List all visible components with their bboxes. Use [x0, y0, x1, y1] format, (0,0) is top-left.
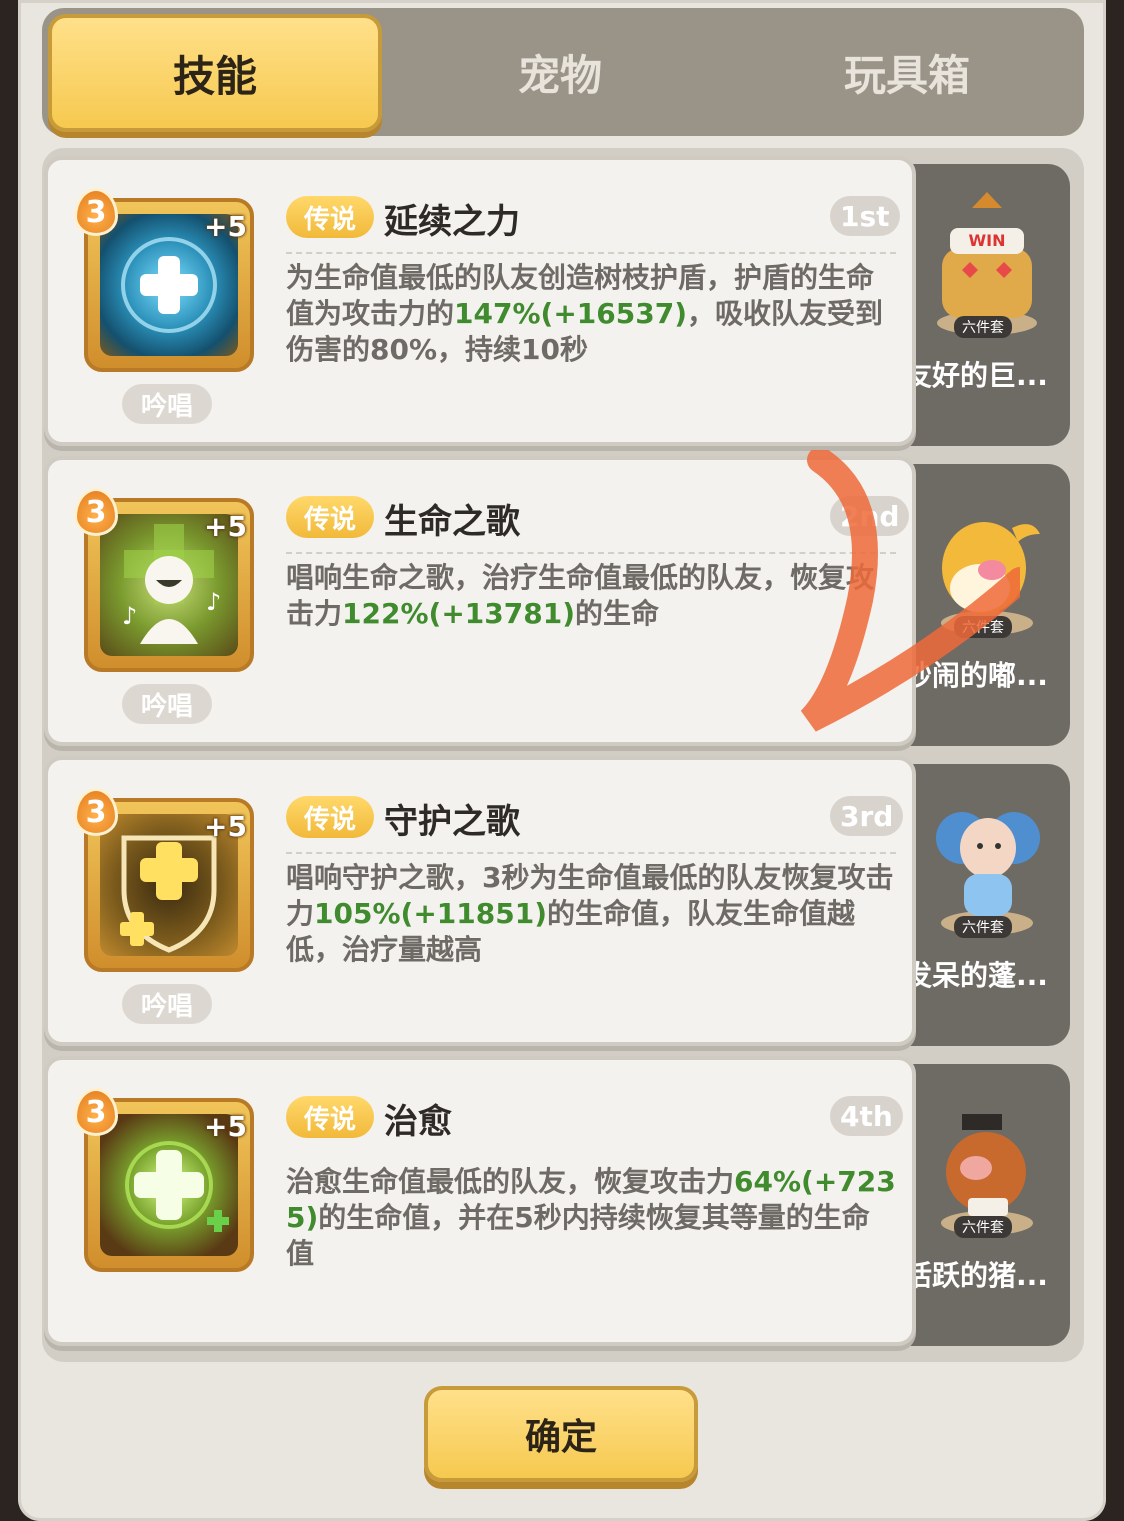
- tab-skills[interactable]: 技能: [48, 14, 382, 132]
- cast-type-badge: 吟唱: [122, 984, 212, 1024]
- divider: [286, 852, 896, 854]
- rarity-badge: 传说: [286, 196, 374, 238]
- rarity-badge: 传说: [286, 496, 374, 538]
- pet-slot[interactable]: 六件套 吵闹的嘟...: [902, 464, 1070, 746]
- rarity-badge: 传说: [286, 796, 374, 838]
- skill-description: 治愈生命值最低的队友，恢复攻击力64%(+7235)的生命值，并在5秒内持续恢复…: [286, 1165, 896, 1270]
- divider: [286, 252, 896, 254]
- skill-level-badge: 3: [74, 188, 118, 236]
- rank-badge: 1st: [830, 196, 900, 236]
- confirm-button[interactable]: 确定: [424, 1386, 698, 1482]
- cast-type-badge: 吟唱: [122, 384, 212, 424]
- rarity-badge: 传说: [286, 1096, 374, 1138]
- skill-level-badge: 3: [74, 788, 118, 836]
- rank-badge: 3rd: [830, 796, 904, 836]
- skill-row[interactable]: 六件套 活跃的猪... 3 +5 传说 治愈 4th 治愈生命值最低的队友，恢复…: [44, 1056, 1070, 1346]
- skill-row[interactable]: WIN 六件套 友好的巨... 3 +5 吟唱 传说 延续之力 1st 为生命值…: [44, 156, 1070, 446]
- skill-description: 为生命值最低的队友创造树枝护盾，护盾的生命值为攻击力的147%(+16537)，…: [286, 261, 883, 366]
- rank-badge: 2nd: [830, 496, 910, 536]
- cast-type-badge: 吟唱: [122, 684, 212, 724]
- skill-card: ♪ ♪ 3 +5 吟唱 传说 生命之歌 2nd 唱响生命之歌，治疗生命值最低的队…: [44, 456, 916, 746]
- skill-row[interactable]: 六件套 吵闹的嘟... ♪ ♪ 3 +5 吟唱 传说 生命之歌 2nd 唱响生命: [44, 456, 1070, 746]
- set-badge: 六件套: [954, 316, 1012, 338]
- tab-pets[interactable]: 宠物: [410, 8, 710, 136]
- pet-name: 友好的巨...: [904, 359, 1048, 392]
- skill-card: 3 +5 传说 治愈 4th 治愈生命值最低的队友，恢复攻击力64%(+7235…: [44, 1056, 916, 1346]
- skill-row[interactable]: 六件套 发呆的蓬... 3 +5 吟唱 传说 守护之歌 3rd 唱响守护之歌，3…: [44, 756, 1070, 1046]
- set-badge: 六件套: [954, 1216, 1012, 1238]
- svg-text:♪: ♪: [122, 602, 137, 630]
- svg-text:♪: ♪: [206, 588, 221, 616]
- skill-description: 唱响生命之歌，治疗生命值最低的队友，恢复攻击力122%(+13781)的生命: [286, 561, 875, 630]
- skill-level-badge: 3: [74, 1088, 118, 1136]
- pet-name: 发呆的蓬...: [904, 959, 1048, 992]
- pet-name: 活跃的猪...: [904, 1259, 1048, 1292]
- pet-slot[interactable]: 六件套 发呆的蓬...: [902, 764, 1070, 1046]
- tab-bar: 技能 宠物 玩具箱: [42, 8, 1084, 136]
- skill-description: 唱响守护之歌，3秒为生命值最低的队友恢复攻击力105%(+11851)的生命值，…: [286, 861, 894, 966]
- divider: [286, 552, 896, 554]
- skill-card: 3 +5 吟唱 传说 延续之力 1st 为生命值最低的队友创造树枝护盾，护盾的生…: [44, 156, 916, 446]
- pet-slot[interactable]: 六件套 活跃的猪...: [902, 1064, 1070, 1346]
- skill-bonus: +5: [204, 810, 247, 843]
- pet-slot[interactable]: WIN 六件套 友好的巨...: [902, 164, 1070, 446]
- tab-toybox[interactable]: 玩具箱: [742, 8, 1072, 136]
- skill-name: 守护之歌: [384, 802, 520, 842]
- pet-name: 吵闹的嘟...: [904, 659, 1048, 692]
- skill-level-badge: 3: [74, 488, 118, 536]
- skill-card: 3 +5 吟唱 传说 守护之歌 3rd 唱响守护之歌，3秒为生命值最低的队友恢复…: [44, 756, 916, 1046]
- skill-name: 生命之歌: [384, 502, 520, 542]
- skill-name: 治愈: [384, 1102, 452, 1142]
- rank-badge: 4th: [830, 1096, 903, 1136]
- skill-bonus: +5: [204, 210, 247, 243]
- set-badge: 六件套: [954, 616, 1012, 638]
- svg-text:WIN: WIN: [969, 231, 1006, 250]
- skill-name: 延续之力: [384, 202, 520, 242]
- skill-bonus: +5: [204, 1110, 247, 1143]
- set-badge: 六件套: [954, 916, 1012, 938]
- skill-bonus: +5: [204, 510, 247, 543]
